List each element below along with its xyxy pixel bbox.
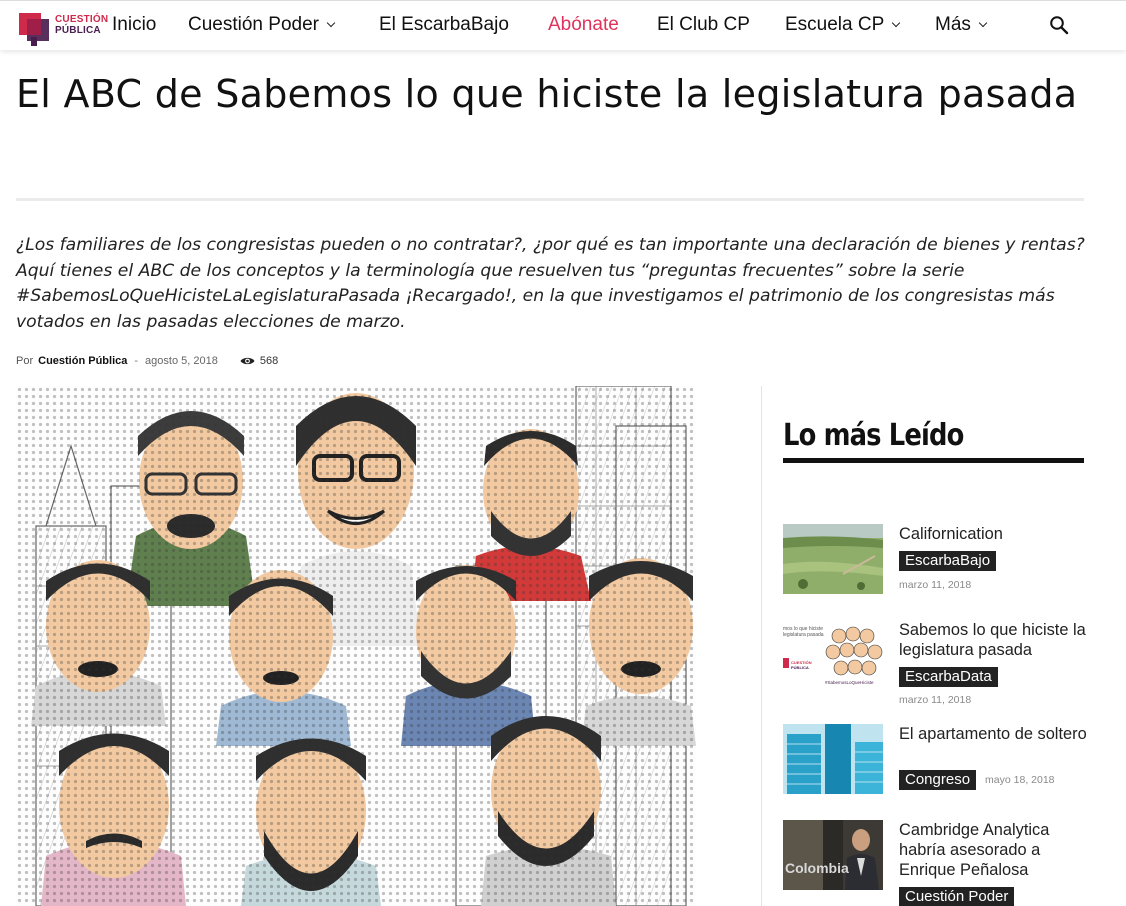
- top-navigation-bar: CUESTIÓN PÚBLICA Inicio Cuestión Poder E…: [0, 0, 1126, 50]
- article-meta: Por Cuestión Pública - agosto 5, 2018 56…: [16, 353, 278, 369]
- thumb-hashtag: #SabemosLoQueHiciste: [825, 680, 874, 685]
- logo-line-1: CUESTIÓN: [55, 14, 109, 25]
- aerial-landscape-image: [783, 524, 883, 594]
- post-title-link[interactable]: Cambridge Analytica habría asesorado a E…: [899, 820, 1089, 880]
- nav-label: Inicio: [112, 14, 157, 35]
- sidebar-post: Colombia Cambridge Analytica habría ases…: [783, 820, 1088, 906]
- sidebar-divider: [761, 386, 762, 906]
- category-badge[interactable]: Cuestión Poder: [899, 887, 1015, 906]
- nav-inicio[interactable]: Inicio: [112, 14, 156, 36]
- post-category-line: EscarbaData: [899, 666, 998, 687]
- chevron-down-icon: [892, 18, 901, 28]
- chevron-down-icon: [326, 18, 336, 28]
- nav-label: Más: [935, 14, 971, 35]
- thumb-caption: mos lo que hiciste legislatura pasada: [783, 626, 831, 638]
- publish-date: agosto 5, 2018: [145, 355, 218, 367]
- nav-label: Escuela CP: [785, 14, 885, 35]
- nav-mas[interactable]: Más: [935, 14, 988, 36]
- post-thumbnail[interactable]: Colombia: [783, 820, 883, 890]
- post-thumbnail[interactable]: [783, 524, 883, 594]
- post-date-line: marzo 11, 2018: [899, 573, 971, 592]
- post-title-link[interactable]: Californication: [899, 524, 1089, 544]
- eye-icon: [240, 357, 255, 365]
- view-count-value: 568: [259, 355, 279, 367]
- category-badge[interactable]: EscarbaBajo: [899, 551, 997, 571]
- nav-label: Cuestión Poder: [188, 14, 319, 35]
- logo-line-2: PÚBLICA: [55, 25, 101, 36]
- nav-label: Abónate: [548, 14, 619, 35]
- post-thumbnail[interactable]: [783, 724, 883, 794]
- nav-el-club-cp[interactable]: El Club CP: [657, 14, 750, 36]
- nav-label: El EscarbaBajo: [379, 14, 509, 35]
- title-divider: [16, 198, 1084, 201]
- post-title-link[interactable]: El apartamento de soltero: [899, 724, 1089, 744]
- nav-abonate[interactable]: Abónate: [548, 14, 619, 36]
- logo-wordmark: CUESTIÓN PÚBLICA: [55, 14, 108, 36]
- article-title: El ABC de Sabemos lo que hiciste la legi…: [16, 72, 1078, 116]
- category-badge[interactable]: Congreso: [899, 770, 977, 790]
- category-badge[interactable]: EscarbaData: [899, 667, 998, 687]
- post-category-line: EscarbaBajo: [899, 550, 997, 571]
- author-link[interactable]: Cuestión Pública: [38, 355, 127, 367]
- nav-escuela-cp[interactable]: Escuela CP: [785, 14, 901, 36]
- thumb-brand: CUESTIÓN PÚBLICA: [791, 660, 812, 670]
- nav-el-escarbabajo[interactable]: El EscarbaBajo: [379, 14, 509, 36]
- video-still-image: [783, 820, 883, 890]
- nav-cuestion-poder[interactable]: Cuestión Poder: [188, 14, 336, 36]
- building-photo-image: [783, 724, 883, 794]
- sidebar-heading: Lo más Leído: [783, 418, 964, 453]
- post-thumbnail[interactable]: mos lo que hiciste legislatura pasada CUE…: [783, 620, 883, 690]
- post-date: marzo 11, 2018: [899, 579, 972, 591]
- post-date-line: marzo 11, 2018: [899, 688, 971, 707]
- thumb-caption: Colombia: [785, 860, 849, 876]
- logo-mark-icon: [19, 13, 49, 46]
- post-title-link[interactable]: Sabemos lo que hiciste la legislatura pa…: [899, 620, 1089, 660]
- chevron-down-icon: [978, 18, 988, 28]
- caricature-illustration: [16, 386, 696, 906]
- site-logo[interactable]: CUESTIÓN PÚBLICA: [17, 7, 117, 47]
- article-featured-image: [16, 386, 696, 906]
- sidebar-post: mos lo que hiciste legislatura pasada CUE…: [783, 620, 1089, 706]
- byline-prefix: Por: [16, 355, 34, 367]
- sidebar-post: El apartamento de soltero Congreso mayo …: [783, 724, 1088, 796]
- post-category-line: Cuestión Poder: [899, 886, 1015, 906]
- article-lead: ¿Los familiares de los congresistas pued…: [16, 235, 1085, 332]
- thumb-brand-line-2: PÚBLICA: [791, 665, 809, 670]
- post-date: marzo 11, 2018: [899, 694, 972, 706]
- thumb-caption-line-2: legislatura pasada: [783, 632, 824, 638]
- sidebar-post: Californication EscarbaBajo marzo 11, 20…: [783, 524, 1088, 596]
- post-date: mayo 18, 2018: [985, 774, 1055, 786]
- post-category-line: Congreso mayo 18, 2018: [899, 770, 1055, 790]
- meta-separator: -: [134, 355, 139, 367]
- search-icon[interactable]: [1049, 15, 1069, 35]
- view-count: 568: [240, 355, 278, 367]
- nav-label: El Club CP: [657, 14, 750, 35]
- sidebar-heading-rule: [783, 458, 1084, 463]
